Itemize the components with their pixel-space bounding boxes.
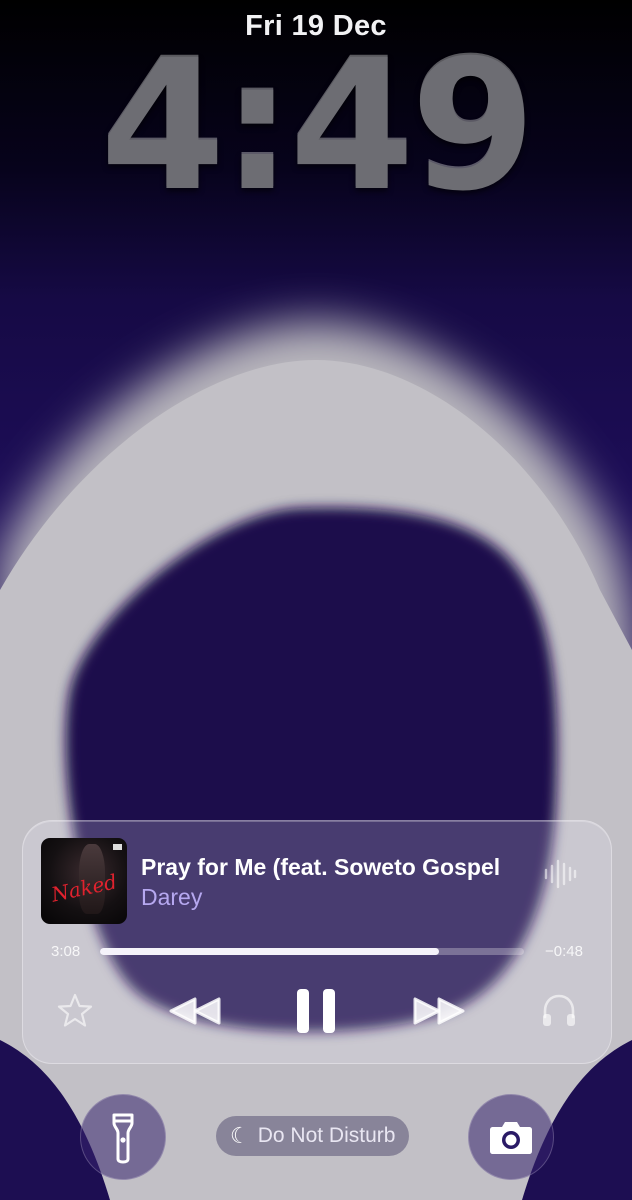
moon-icon: ☾ xyxy=(230,1123,250,1148)
star-icon[interactable] xyxy=(55,991,95,1031)
pause-icon[interactable] xyxy=(293,985,339,1037)
do-not-disturb-focus[interactable]: ☾ Do Not Disturb xyxy=(216,1116,410,1156)
remaining-time: −0:48 xyxy=(545,943,583,960)
playback-progress-bar[interactable] xyxy=(100,948,524,955)
camera-icon xyxy=(490,1122,532,1154)
headphones-icon[interactable] xyxy=(539,991,579,1031)
explicit-badge xyxy=(113,844,122,850)
lock-screen: Fri 19 Dec 4:49 Naked Pray for Me (feat.… xyxy=(0,0,632,1200)
now-playing-widget[interactable]: Naked Pray for Me (feat. Soweto Gospel D… xyxy=(22,820,612,1064)
elapsed-time: 3:08 xyxy=(51,943,81,960)
camera-button[interactable] xyxy=(468,1094,554,1180)
playback-progress-fill xyxy=(100,948,440,955)
focus-label: Do Not Disturb xyxy=(257,1124,396,1147)
flashlight-icon xyxy=(112,1113,134,1164)
fast-forward-icon[interactable] xyxy=(409,991,469,1031)
lock-clock: 4:49 xyxy=(100,22,536,231)
album-artwork[interactable]: Naked xyxy=(41,838,127,924)
rewind-icon[interactable] xyxy=(165,991,225,1031)
flashlight-button[interactable] xyxy=(80,1094,166,1180)
audio-waveform-icon xyxy=(544,859,577,889)
song-title[interactable]: Pray for Me (feat. Soweto Gospel xyxy=(141,854,531,881)
song-artist[interactable]: Darey xyxy=(141,884,202,911)
